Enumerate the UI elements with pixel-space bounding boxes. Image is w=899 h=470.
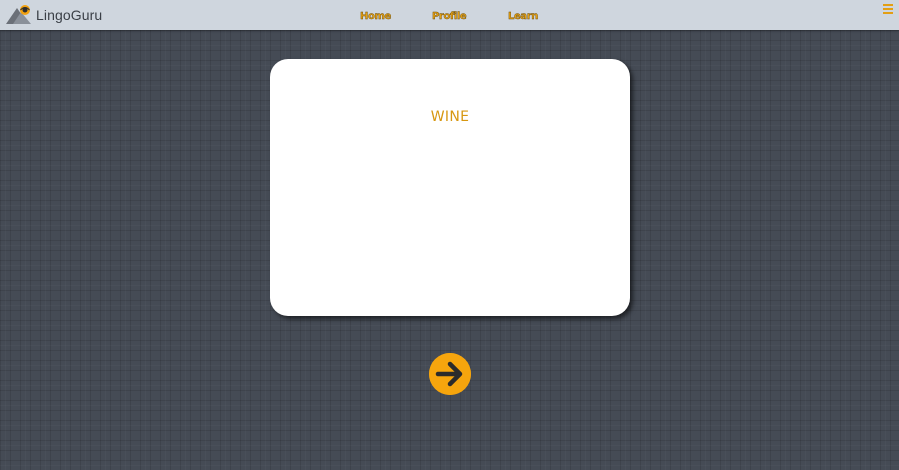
- mountain-globe-logo-icon: [6, 4, 34, 26]
- menu-line: [883, 8, 893, 10]
- flashcard[interactable]: WINE: [270, 59, 630, 316]
- app-logo[interactable]: LingoGuru: [6, 3, 102, 27]
- arrow-right-circle-icon: [429, 353, 471, 395]
- menu-line: [883, 12, 893, 14]
- nav-home-link[interactable]: Home: [360, 11, 392, 23]
- top-navigation-bar: LingoGuru Home Profile Learn: [0, 0, 899, 30]
- hamburger-menu-icon[interactable]: [882, 2, 894, 16]
- menu-line: [883, 4, 893, 6]
- next-card-button[interactable]: [429, 353, 471, 395]
- flashcard-word: WINE: [430, 109, 470, 125]
- app-name: LingoGuru: [36, 7, 103, 23]
- nav-profile-link[interactable]: Profile: [432, 11, 467, 23]
- nav-learn-link[interactable]: Learn: [508, 11, 539, 23]
